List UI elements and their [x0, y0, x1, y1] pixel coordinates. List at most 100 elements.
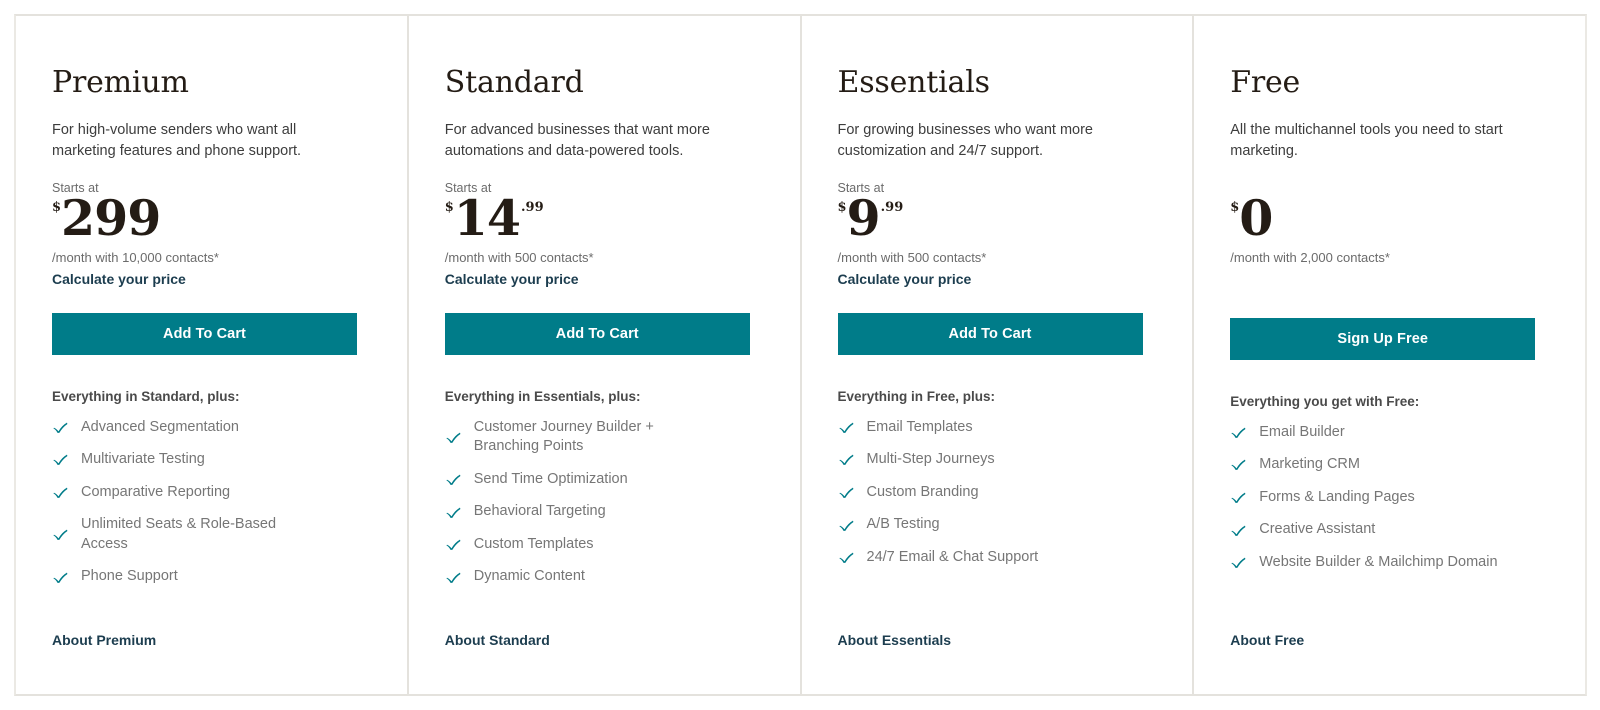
- price-amount-row: $0: [1230, 189, 1549, 248]
- feature-item: Send Time Optimization: [445, 470, 717, 490]
- about-plan-link[interactable]: About Free: [1230, 632, 1304, 648]
- feature-item: Marketing CRM: [1230, 455, 1502, 475]
- check-icon: [838, 451, 855, 468]
- price-amount-row: $14.99: [444, 189, 764, 248]
- feature-item: Email Templates: [838, 418, 1110, 438]
- cta-button[interactable]: Sign Up Free: [1230, 317, 1536, 360]
- currency-symbol: $: [52, 200, 62, 216]
- price-amount-row: $9.99: [838, 189, 1157, 248]
- plan-column-premium: Premium For high-volume senders who want …: [16, 16, 407, 694]
- price-period: /month with 10,000 contacts*: [52, 250, 219, 266]
- calculate-price-link[interactable]: Calculate your price: [52, 270, 186, 289]
- feature-label: Send Time Optimization: [473, 470, 628, 487]
- cta-button[interactable]: Add To Cart: [444, 312, 750, 355]
- plan-description: For growing businesses who want more cus…: [837, 122, 1093, 160]
- price-period: /month with 500 contacts*: [837, 250, 987, 266]
- check-icon: [445, 429, 462, 446]
- check-icon: [52, 526, 69, 543]
- features-heading: Everything you get with Free:: [1230, 393, 1420, 409]
- feature-label: Behavioral Targeting: [473, 503, 606, 520]
- feature-item: Customer Journey Builder + Branching Poi…: [445, 418, 717, 457]
- price-amount: 9: [846, 189, 881, 248]
- about-plan-link[interactable]: About Standard: [445, 632, 550, 648]
- price-block: Starts at $299/month with 10,000 contacts…: [52, 181, 371, 289]
- currency-symbol: $: [444, 200, 454, 216]
- check-icon: [52, 484, 69, 501]
- features-heading: Everything in Standard, plus:: [52, 388, 240, 404]
- check-icon: [1230, 424, 1247, 441]
- feature-item: Website Builder & Mailchimp Domain: [1230, 553, 1502, 573]
- check-icon: [445, 536, 462, 553]
- currency-symbol: $: [1230, 200, 1240, 216]
- feature-label: Website Builder & Mailchimp Domain: [1259, 553, 1498, 570]
- about-plan-link[interactable]: About Premium: [52, 632, 156, 648]
- feature-label: Custom Templates: [473, 535, 594, 552]
- feature-label: Forms & Landing Pages: [1259, 488, 1415, 505]
- pricing-table: Premium For high-volume senders who want …: [14, 14, 1587, 696]
- check-icon: [445, 471, 462, 488]
- plan-description: For advanced businesses that want more a…: [444, 122, 710, 160]
- check-icon: [52, 569, 69, 586]
- features-heading: Everything in Essentials, plus:: [444, 388, 641, 404]
- price-period: /month with 500 contacts*: [444, 250, 594, 266]
- plan-column-essentials: Essentials For growing businesses who wan…: [799, 16, 1193, 694]
- check-icon: [1230, 489, 1247, 506]
- price-amount: 14: [453, 189, 521, 248]
- feature-label: A/B Testing: [866, 516, 940, 533]
- feature-item: A/B Testing: [838, 515, 1110, 535]
- feature-item: Custom Branding: [838, 483, 1110, 503]
- check-icon: [52, 451, 69, 468]
- feature-item: Phone Support: [52, 567, 324, 587]
- starts-at-label: Starts at: [837, 181, 885, 196]
- price-cents: .99: [880, 200, 904, 216]
- price-block: Starts at $14.99/month with 500 contacts*…: [444, 181, 764, 289]
- feature-label: Email Templates: [866, 418, 973, 435]
- price-amount-row: $299: [52, 189, 371, 248]
- check-icon: [1230, 456, 1247, 473]
- calculate-price-link[interactable]: Calculate your price: [838, 270, 972, 289]
- feature-label: Advanced Segmentation: [81, 418, 239, 435]
- feature-item: Unlimited Seats & Role-Based Access: [52, 515, 324, 554]
- price-period: /month with 2,000 contacts*: [1230, 250, 1390, 266]
- feature-label: Dynamic Content: [473, 568, 585, 585]
- feature-item: Email Builder: [1230, 423, 1502, 443]
- calculate-price-link[interactable]: Calculate your price: [445, 270, 579, 289]
- features-list: Advanced Segmentation Multivariate Testin…: [52, 418, 371, 632]
- feature-label: Unlimited Seats & Role-Based Access: [81, 516, 277, 552]
- check-icon: [1230, 522, 1247, 539]
- feature-label: Phone Support: [81, 568, 178, 585]
- feature-item: Advanced Segmentation: [52, 418, 324, 438]
- cta-button[interactable]: Add To Cart: [837, 312, 1143, 355]
- about-plan-link[interactable]: About Essentials: [838, 632, 952, 648]
- feature-item: 24/7 Email & Chat Support: [838, 548, 1110, 568]
- plan-column-free: Free All the multichannel tools you need …: [1192, 16, 1585, 694]
- check-icon: [838, 549, 855, 566]
- plan-description: For high-volume senders who want all mar…: [52, 122, 302, 160]
- feature-item: Dynamic Content: [445, 567, 717, 587]
- price-cents: .99: [521, 200, 544, 216]
- feature-label: Customer Journey Builder + Branching Poi…: [473, 418, 654, 455]
- feature-label: Marketing CRM: [1259, 456, 1360, 473]
- cta-button[interactable]: Add To Cart: [52, 312, 357, 355]
- price-block: $0/month with 2,000 contacts*: [1230, 182, 1549, 294]
- plan-title: Essentials: [837, 65, 990, 100]
- feature-item: Comparative Reporting: [52, 483, 324, 503]
- check-icon: [52, 419, 69, 436]
- check-icon: [838, 517, 855, 534]
- check-icon: [838, 484, 855, 501]
- check-icon: [838, 419, 855, 436]
- feature-item: Creative Assistant: [1230, 520, 1502, 540]
- feature-label: Multi-Step Journeys: [866, 451, 995, 468]
- price-amount: 0: [1239, 189, 1273, 248]
- feature-item: Forms & Landing Pages: [1230, 488, 1502, 508]
- feature-label: Email Builder: [1259, 423, 1345, 440]
- plan-title: Free: [1230, 65, 1301, 100]
- feature-label: Custom Branding: [866, 483, 979, 500]
- features-heading: Everything in Free, plus:: [837, 388, 996, 404]
- plan-title: Standard: [444, 65, 584, 100]
- plan-column-standard: Standard For advanced businesses that wan…: [406, 16, 800, 694]
- price-amount: 299: [61, 189, 161, 248]
- feature-label: 24/7 Email & Chat Support: [866, 548, 1039, 565]
- price-block: Starts at $9.99/month with 500 contacts* C…: [837, 181, 1157, 289]
- check-icon: [445, 504, 462, 521]
